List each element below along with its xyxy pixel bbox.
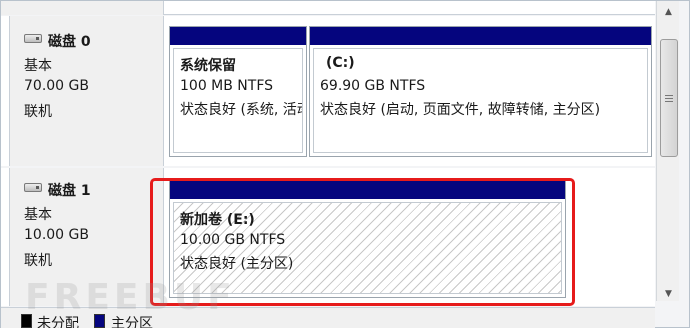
disk-name: 磁盘 0 xyxy=(48,34,91,50)
partition-system-reserved[interactable]: 系统保留 100 MB NTFS 状态良好 (系统, 活动, 主分区) xyxy=(169,26,307,157)
disk-type: 基本 xyxy=(24,58,52,74)
partition-status: 状态良好 (启动, 页面文件, 故障转储, 主分区) xyxy=(320,102,601,118)
partition-details: (C:) 69.90 GB NTFS 状态良好 (启动, 页面文件, 故障转储,… xyxy=(313,48,648,153)
partition-status: 状态良好 (系统, 活动, 主分区) xyxy=(180,102,302,118)
vertical-scrollbar[interactable]: ▲ ▼ xyxy=(656,1,679,301)
disk-management-graphical-view: 磁盘 0 基本 70.00 GB 联机 系统保留 100 MB NTFS 状态良… xyxy=(0,0,690,328)
disk-status: 联机 xyxy=(24,104,52,120)
disk-info-0[interactable]: 磁盘 0 基本 70.00 GB 联机 xyxy=(9,16,164,166)
partition-type-bar xyxy=(310,27,651,45)
disk-size: 70.00 GB xyxy=(24,78,89,94)
disk-size: 10.00 GB xyxy=(24,227,89,243)
scroll-thumb-grip xyxy=(665,98,673,99)
disk-drive-icon xyxy=(24,34,42,43)
partition-details: 系统保留 100 MB NTFS 状态良好 (系统, 活动, 主分区) xyxy=(173,48,303,153)
scroll-down-button[interactable]: ▼ xyxy=(659,285,678,302)
scroll-thumb-grip xyxy=(665,95,673,96)
disk-row-0[interactable]: 磁盘 0 基本 70.00 GB 联机 系统保留 100 MB NTFS 状态良… xyxy=(1,16,655,166)
previous-row-info-edge xyxy=(1,1,164,15)
disk-status: 联机 xyxy=(24,253,52,269)
disk-type: 基本 xyxy=(24,207,52,223)
partition-type-bar xyxy=(170,27,306,45)
disk-name: 磁盘 1 xyxy=(48,183,91,199)
scroll-thumb[interactable] xyxy=(660,39,678,157)
scroll-up-button[interactable]: ▲ xyxy=(659,3,678,20)
previous-row-edge xyxy=(1,1,655,15)
partition-name: 系统保留 xyxy=(180,58,236,74)
partition-name: (C:) xyxy=(326,55,355,71)
partition-size-fs: 69.90 GB NTFS xyxy=(320,78,426,94)
disk-drive-icon xyxy=(24,183,42,192)
scroll-thumb-grip xyxy=(665,101,673,102)
partition-size-fs: 100 MB NTFS xyxy=(180,78,274,94)
partition-c[interactable]: (C:) 69.90 GB NTFS 状态良好 (启动, 页面文件, 故障转储,… xyxy=(309,26,652,157)
freebuf-watermark: FREEBUF xyxy=(25,277,236,318)
